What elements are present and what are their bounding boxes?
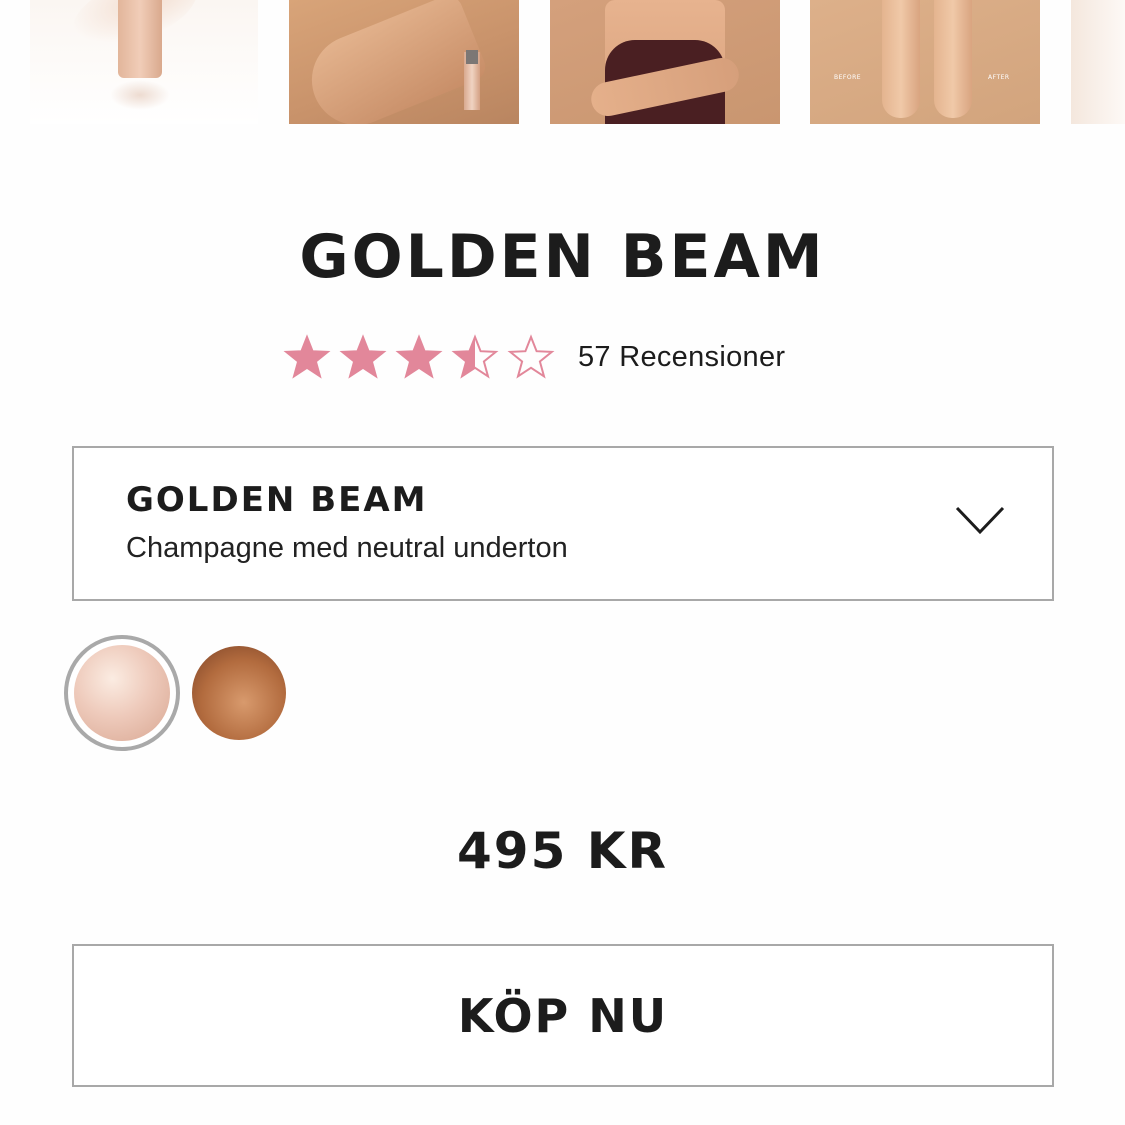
reviews-link[interactable]: 57 Recensioner — [578, 341, 785, 374]
swatch-champagne[interactable] — [64, 635, 180, 751]
variant-name: GOLDEN BEAM — [126, 480, 428, 520]
product-title: GOLDEN BEAM — [299, 222, 826, 292]
thumbnail-before-after[interactable]: BEFORE AFTER — [810, 0, 1040, 124]
star-rating — [283, 333, 563, 381]
thumbnail-product-bottle[interactable] — [30, 0, 258, 124]
star-icon — [395, 334, 443, 379]
bottle-image — [118, 0, 162, 78]
image-gallery[interactable]: BEFORE AFTER — [0, 0, 1125, 126]
rating-row[interactable]: 57 Recensioner — [283, 332, 785, 382]
chevron-down-icon — [955, 506, 1005, 535]
price: 495 KR — [456, 822, 669, 880]
thumbnail-partial-next[interactable] — [1071, 0, 1125, 124]
variant-dropdown[interactable]: GOLDEN BEAM Champagne med neutral undert… — [72, 446, 1054, 601]
star-icon — [507, 334, 555, 379]
variant-description: Champagne med neutral underton — [126, 532, 568, 564]
thumbnail-legs-application[interactable] — [289, 0, 519, 124]
buy-now-button[interactable]: KÖP NU — [72, 944, 1054, 1087]
star-icon — [451, 334, 499, 379]
swatch-bronze[interactable] — [192, 646, 286, 740]
star-icon — [283, 334, 331, 379]
before-tag: BEFORE — [834, 74, 862, 81]
after-tag: AFTER — [988, 74, 1010, 81]
thumbnail-model-torso[interactable] — [550, 0, 780, 124]
star-icon — [339, 334, 387, 379]
